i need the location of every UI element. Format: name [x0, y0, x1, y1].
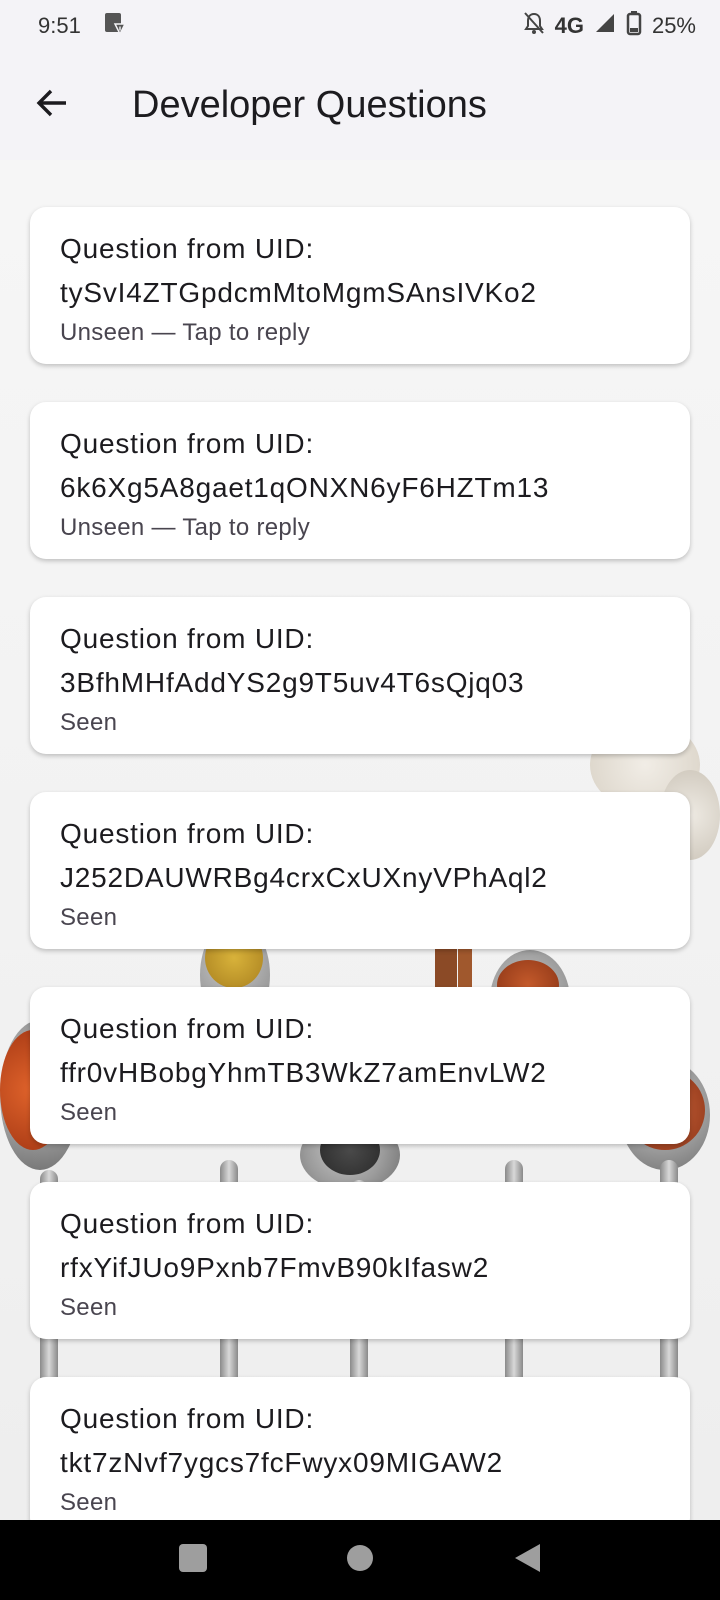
question-label: Question from UID:	[60, 623, 315, 654]
question-label: Question from UID:	[60, 1013, 315, 1044]
question-status: Seen	[60, 904, 118, 931]
nav-back-button[interactable]	[497, 1530, 557, 1590]
arrow-back-icon	[35, 86, 69, 125]
network-type: 4G	[554, 13, 584, 38]
battery-percent: 25%	[651, 13, 696, 38]
question-uid: tySvI4ZTGpdcmMtoMgmSAnsIVKo2	[60, 277, 537, 308]
app-bar: Developer Questions	[0, 52, 720, 158]
back-triangle-icon	[512, 1542, 542, 1579]
question-uid: tkt7zNvf7ygcs7fcFwyx09MIGAW2	[60, 1447, 504, 1478]
recents-square-icon	[178, 1543, 208, 1578]
question-card[interactable]: Question from UID: ffr0vHBobgYhmTB3WkZ7a…	[30, 987, 690, 1144]
home-circle-icon	[345, 1543, 375, 1578]
screen: 9:51 4G 25% Developer Questions Question…	[0, 0, 720, 1600]
question-label: Question from UID:	[60, 428, 315, 459]
question-status: Unseen — Tap to reply	[60, 514, 310, 541]
question-status: Seen	[60, 1489, 118, 1516]
question-card[interactable]: Question from UID: J252DAUWRBg4crxCxUXny…	[30, 792, 690, 949]
question-uid: J252DAUWRBg4crxCxUXnyVPhAql2	[60, 862, 548, 893]
question-card[interactable]: Question from UID: 3BfhMHfAddYS2g9T5uv4T…	[30, 597, 690, 754]
question-card[interactable]: Question from UID: tySvI4ZTGpdcmMtoMgmSA…	[30, 207, 690, 364]
question-label: Question from UID:	[60, 818, 315, 849]
question-uid: ffr0vHBobgYhmTB3WkZ7amEnvLW2	[60, 1057, 547, 1088]
signal-icon	[594, 12, 616, 40]
question-status: Seen	[60, 1099, 118, 1126]
question-uid: 6k6Xg5A8gaet1qONXN6yF6HZTm13	[60, 472, 550, 503]
question-uid: 3BfhMHfAddYS2g9T5uv4T6sQjq03	[60, 667, 525, 698]
status-icons: 4G 25%	[523, 10, 696, 42]
system-nav-bar	[0, 1520, 720, 1600]
question-label: Question from UID:	[60, 1208, 315, 1239]
back-button[interactable]	[24, 77, 80, 133]
question-card[interactable]: Question from UID: rfxYifJUo9Pxnb7FmvB90…	[30, 1182, 690, 1339]
recents-button[interactable]	[163, 1530, 223, 1590]
home-button[interactable]	[330, 1530, 390, 1590]
question-uid: rfxYifJUo9Pxnb7FmvB90kIfasw2	[60, 1252, 490, 1283]
question-card[interactable]: Question from UID: tkt7zNvf7ygcs7fcFwyx0…	[30, 1377, 690, 1534]
question-status: Seen	[60, 709, 118, 736]
question-status: Seen	[60, 1294, 118, 1321]
question-label: Question from UID:	[60, 1403, 315, 1434]
question-card[interactable]: Question from UID: 6k6Xg5A8gaet1qONXN6yF…	[30, 402, 690, 559]
question-status: Unseen — Tap to reply	[60, 319, 310, 346]
bell-off-icon	[523, 11, 545, 41]
sim-card-alert-icon	[101, 10, 127, 42]
question-label: Question from UID:	[60, 233, 315, 264]
status-bar: 9:51 4G 25%	[0, 0, 720, 52]
status-time: 9:51	[38, 13, 81, 38]
battery-icon	[626, 10, 642, 42]
page-title: Developer Questions	[132, 83, 487, 126]
